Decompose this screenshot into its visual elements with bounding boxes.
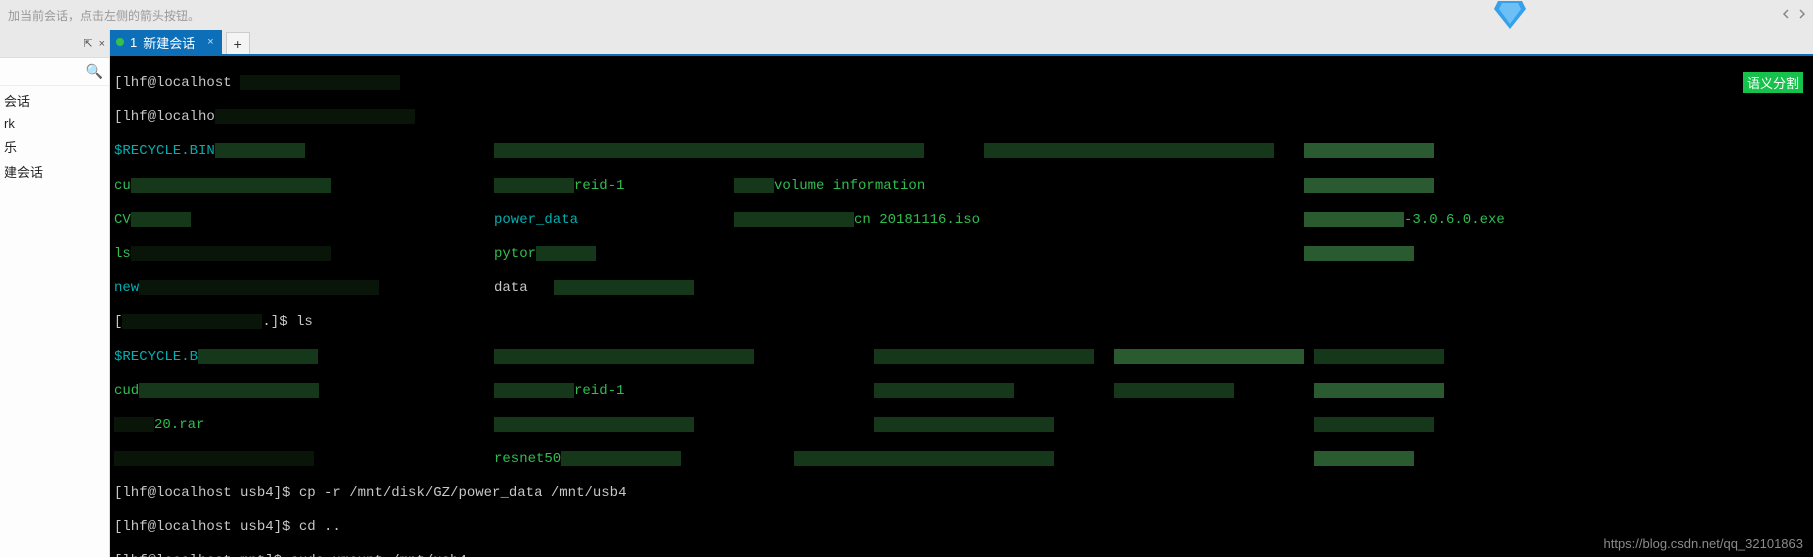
tab-index: 1 [130,35,137,50]
redacted [139,280,379,295]
redacted [1314,417,1434,432]
app-logo-icon [1492,0,1528,33]
dir-entry: reid-1 [574,383,624,399]
redacted [1114,383,1234,398]
redacted [114,417,154,432]
redacted [1314,349,1444,364]
command-line: [lhf@localhost usb4]$ cp -r /mnt/disk/GZ… [114,485,626,501]
redacted [139,383,319,398]
file-entry: resnet50 [494,451,561,467]
sidebar-close-icon[interactable]: × [99,38,105,50]
redacted [114,451,314,466]
redacted [494,417,694,432]
redacted [494,143,924,158]
dir-entry: $RECYCLE.B [114,349,198,365]
redacted [734,212,854,227]
redacted [1304,178,1434,193]
redacted [734,178,774,193]
annotation-badge: 语义分割 [1743,72,1803,93]
redacted [1304,143,1434,158]
redacted [198,349,318,364]
terminal-output[interactable]: [lhf@localhost [lhf@localho $RECYCLE.BIN… [110,56,1813,557]
sidebar-item-new[interactable]: 建会话 [0,159,109,184]
watermark-text: https://blog.csdn.net/qq_32101863 [1604,536,1804,551]
content-area: 1 新建会话 × + [lhf@localhost [lhf@localho $… [110,30,1813,557]
redacted [1114,349,1304,364]
file-entry: -3.0.6.0.exe [1404,212,1505,228]
text: data [494,280,528,297]
sidebar-item-rk[interactable]: rk [0,113,109,134]
redacted [131,212,191,227]
top-hint-bar: 加当前会话，点击左侧的箭头按钮。 [0,0,1813,30]
tab-bar: 1 新建会话 × + [110,30,1813,56]
prompt-line: [ [114,315,122,331]
dir-entry: volume information [774,178,925,194]
file-entry: 20.rar [154,417,204,433]
pin-icon[interactable]: ⇱ [83,37,92,50]
redacted [215,143,305,158]
redacted [494,178,574,193]
dir-entry: cu [114,178,131,194]
redacted [215,109,415,124]
sidebar-search[interactable]: 🔍 [0,58,109,86]
redacted [561,451,681,466]
nav-arrows [1781,8,1809,20]
redacted [874,417,1054,432]
redacted [536,246,596,261]
session-sidebar: ⇱ × 🔍 会话 rk 乐 建会话 [0,30,110,557]
tab-close-icon[interactable]: × [207,36,213,48]
command-line: [lhf@localhost mnt]$ sudo umount /mnt/us… [114,553,467,557]
dir-entry: reid-1 [574,178,624,194]
tab-session-1[interactable]: 1 新建会话 × [110,30,222,54]
prompt-line: [lhf@localhost [114,75,232,91]
dir-entry: cud [114,383,139,399]
redacted [984,143,1274,158]
dir-entry: power_data [494,212,578,229]
status-dot-icon [116,38,124,46]
redacted [874,383,1014,398]
redacted [494,383,574,398]
prompt-line: [lhf@localho [114,109,215,125]
redacted [122,314,262,329]
redacted [1314,451,1414,466]
search-icon: 🔍 [86,63,103,80]
nav-right-icon[interactable] [1797,8,1809,20]
redacted [131,246,331,261]
dir-entry: pytor [494,246,536,262]
command-line: [lhf@localhost usb4]$ cd .. [114,519,341,535]
dir-entry: ls [114,246,131,262]
nav-left-icon[interactable] [1781,8,1793,20]
tab-add-button[interactable]: + [226,32,250,54]
redacted [131,178,331,193]
prompt-line: .]$ ls [262,315,312,331]
sidebar-header: ⇱ × [0,30,109,58]
tab-label: 新建会话 [143,33,195,52]
redacted [1304,246,1414,261]
redacted [494,349,754,364]
session-list: 会话 rk 乐 建会话 [0,86,109,557]
sidebar-item-session[interactable]: 会话 [0,88,109,113]
redacted [1304,212,1404,227]
redacted [240,75,400,90]
dir-entry: new [114,280,139,296]
sidebar-item-music[interactable]: 乐 [0,134,109,159]
dir-entry: $RECYCLE.BIN [114,144,215,160]
redacted [554,280,694,295]
hint-text: 加当前会话，点击左侧的箭头按钮。 [8,7,200,24]
dir-entry: CV [114,212,131,228]
redacted [874,349,1094,364]
dir-entry: cn 20181116.iso [854,212,980,228]
redacted [1314,383,1444,398]
redacted [794,451,1054,466]
